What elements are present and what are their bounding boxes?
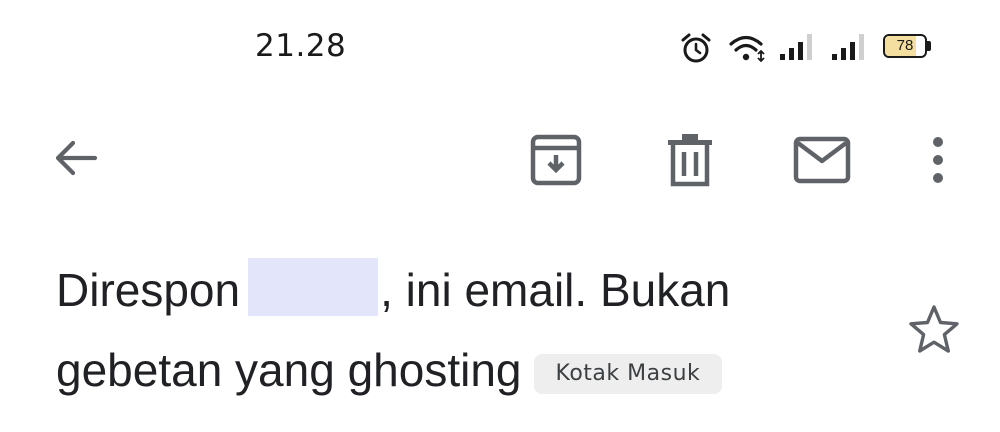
archive-icon xyxy=(530,134,582,186)
trash-icon xyxy=(668,134,712,187)
mail-icon xyxy=(793,136,851,184)
status-bar: 21.28 78 xyxy=(0,0,1000,96)
star-outline-icon xyxy=(909,305,959,353)
battery-icon: 78 xyxy=(883,34,931,60)
battery-level: 78 xyxy=(896,37,914,54)
delete-button[interactable] xyxy=(658,128,722,192)
mark-unread-button[interactable] xyxy=(790,128,854,192)
signal-icon xyxy=(832,34,864,60)
subject-text-start: Direspon xyxy=(56,264,241,316)
email-toolbar xyxy=(0,120,1000,200)
back-arrow-icon xyxy=(55,140,98,176)
signal-icon xyxy=(780,34,812,60)
status-icons: 78 xyxy=(678,30,948,66)
email-view-screen: 21.28 78 Direspon , ini email. Bukan geb… xyxy=(0,0,1000,432)
email-subject: Direspon, ini email. Bukan gebetan yang … xyxy=(56,250,886,410)
redacted-block xyxy=(248,258,379,316)
label-chip-inbox[interactable]: Kotak Masuk xyxy=(533,354,723,394)
status-time: 21.28 xyxy=(255,28,347,64)
alarm-icon xyxy=(681,33,711,63)
star-button[interactable] xyxy=(904,300,964,360)
more-options-button[interactable] xyxy=(906,128,970,192)
back-button[interactable] xyxy=(44,126,108,190)
wifi-icon xyxy=(729,35,765,63)
more-vert-icon xyxy=(933,137,943,183)
archive-button[interactable] xyxy=(524,128,588,192)
